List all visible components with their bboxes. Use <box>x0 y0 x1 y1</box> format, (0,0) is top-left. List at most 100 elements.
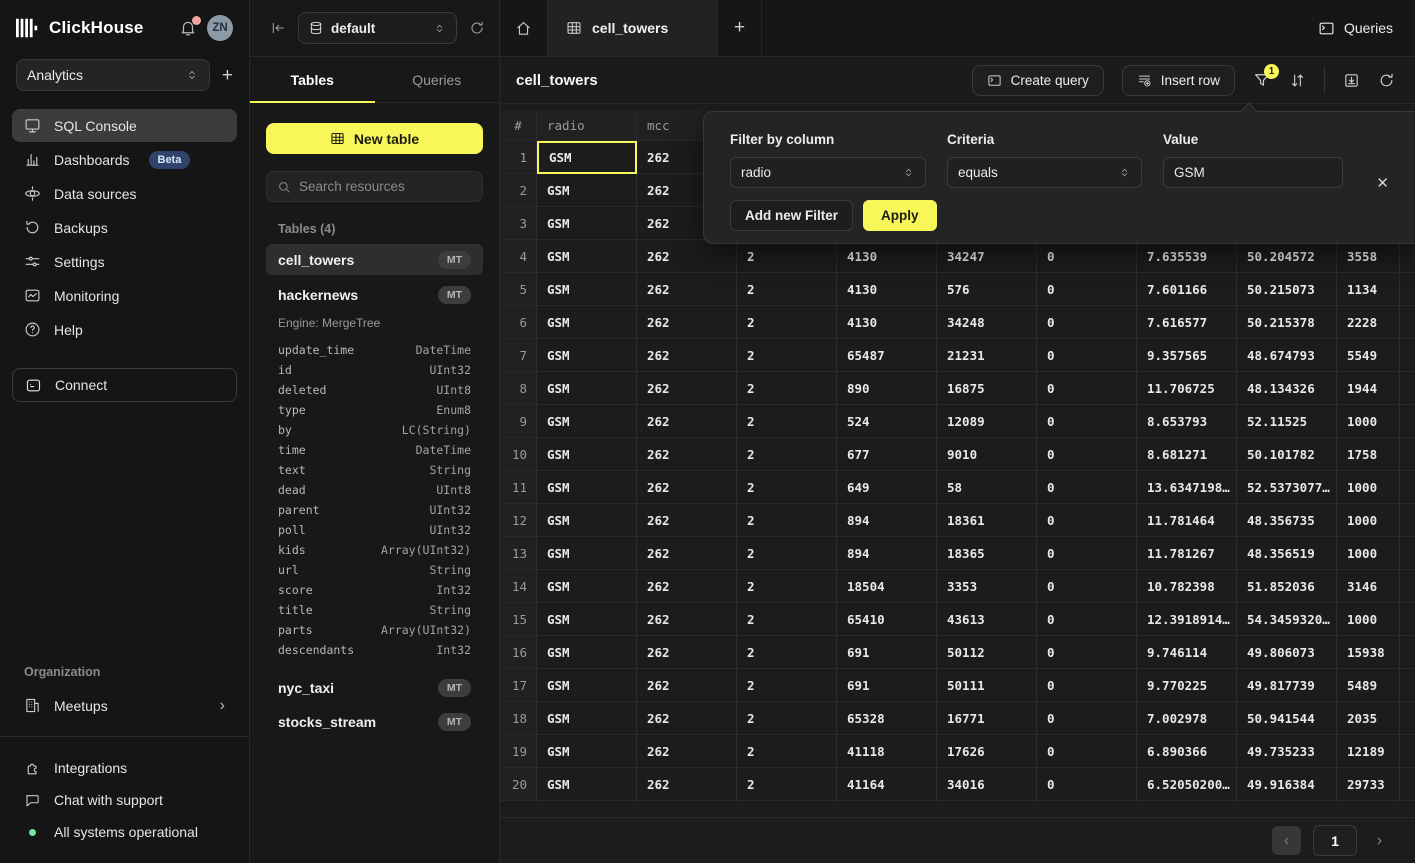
data-cell[interactable]: 262 <box>637 636 737 669</box>
data-cell[interactable]: 65410 <box>837 603 937 636</box>
data-cell[interactable]: GSM <box>537 174 637 207</box>
data-cell[interactable]: 2 <box>737 537 837 570</box>
data-cell[interactable]: GSM <box>537 735 637 768</box>
queries-button[interactable]: Queries <box>1318 20 1393 37</box>
sort-icon[interactable] <box>1289 72 1306 89</box>
sidebar-item-sql-console[interactable]: SQL Console <box>12 109 237 142</box>
data-cell[interactable] <box>1400 339 1415 372</box>
data-cell[interactable]: 21231 <box>937 339 1037 372</box>
data-cell[interactable]: GSM <box>537 405 637 438</box>
filter-column-select[interactable]: radio <box>730 157 926 188</box>
data-cell[interactable]: GSM <box>537 702 637 735</box>
data-cell[interactable]: 2 <box>737 669 837 702</box>
data-cell[interactable]: 2 <box>737 636 837 669</box>
sidebar-item-system-status[interactable]: All systems operational <box>12 817 237 847</box>
data-cell[interactable]: 1000 <box>1337 405 1400 438</box>
data-cell[interactable]: 2 <box>737 603 837 636</box>
data-cell[interactable] <box>1400 471 1415 504</box>
data-cell[interactable]: 11.706725 <box>1137 372 1237 405</box>
data-cell[interactable]: 262 <box>637 735 737 768</box>
table-list-item-nyc-taxi[interactable]: nyc_taxi MT <box>266 672 483 703</box>
data-cell[interactable]: 5549 <box>1337 339 1400 372</box>
data-cell[interactable]: 691 <box>837 636 937 669</box>
data-cell[interactable]: 65328 <box>837 702 937 735</box>
data-cell[interactable] <box>1400 702 1415 735</box>
search-input[interactable] <box>299 179 472 194</box>
data-cell[interactable]: 2 <box>737 405 837 438</box>
data-cell[interactable]: 2 <box>737 339 837 372</box>
data-cell[interactable]: 43613 <box>937 603 1037 636</box>
data-cell[interactable]: 34248 <box>937 306 1037 339</box>
data-cell[interactable]: 48.356519 <box>1237 537 1337 570</box>
data-cell[interactable]: 0 <box>1037 339 1137 372</box>
data-cell[interactable]: 41164 <box>837 768 937 801</box>
data-cell[interactable]: 15938 <box>1337 636 1400 669</box>
tab-cell-towers[interactable]: cell_towers <box>548 0 718 56</box>
data-cell[interactable]: 49.817739 <box>1237 669 1337 702</box>
data-cell[interactable] <box>1400 240 1415 273</box>
sidebar-item-monitoring[interactable]: Monitoring <box>12 279 237 312</box>
data-cell[interactable]: 262 <box>637 504 737 537</box>
database-select[interactable]: default <box>298 12 457 44</box>
tab-tables[interactable]: Tables <box>250 57 375 102</box>
data-cell[interactable]: 52.5373077… <box>1237 471 1337 504</box>
table-list-item-cell-towers[interactable]: cell_towers MT <box>266 244 483 275</box>
data-cell[interactable]: GSM <box>537 669 637 702</box>
data-cell[interactable]: 262 <box>637 603 737 636</box>
data-cell[interactable] <box>1400 306 1415 339</box>
pagination-prev-button[interactable] <box>1272 826 1301 855</box>
sidebar-item-dashboards[interactable]: Dashboards Beta <box>12 143 237 176</box>
data-cell[interactable]: 2 <box>737 735 837 768</box>
data-cell[interactable]: 2 <box>737 306 837 339</box>
sidebar-item-data-sources[interactable]: Data sources <box>12 177 237 210</box>
data-cell[interactable]: 0 <box>1037 306 1137 339</box>
data-cell[interactable]: 54.3459320… <box>1237 603 1337 636</box>
data-cell[interactable]: 7.616577 <box>1137 306 1237 339</box>
pagination-page-button[interactable]: 1 <box>1313 825 1357 856</box>
data-cell[interactable]: 52.11525 <box>1237 405 1337 438</box>
data-cell[interactable]: 890 <box>837 372 937 405</box>
data-cell[interactable]: GSM <box>537 273 637 306</box>
filter-icon[interactable]: 1 <box>1253 71 1271 89</box>
data-cell[interactable]: 0 <box>1037 405 1137 438</box>
data-cell[interactable]: GSM <box>537 240 637 273</box>
data-cell[interactable]: GSM <box>537 207 637 240</box>
data-cell[interactable]: 262 <box>637 768 737 801</box>
table-list-item-hackernews[interactable]: hackernews MT <box>266 279 483 310</box>
data-cell[interactable]: 0 <box>1037 471 1137 504</box>
data-cell[interactable]: 51.852036 <box>1237 570 1337 603</box>
data-cell[interactable]: 894 <box>837 504 937 537</box>
data-cell[interactable] <box>1400 405 1415 438</box>
filter-value-input[interactable] <box>1174 165 1332 180</box>
sidebar-item-backups[interactable]: Backups <box>12 211 237 244</box>
data-cell[interactable]: 262 <box>637 471 737 504</box>
sidebar-item-help[interactable]: Help <box>12 313 237 346</box>
data-cell[interactable]: 0 <box>1037 570 1137 603</box>
data-cell[interactable]: 50111 <box>937 669 1037 702</box>
insert-row-button[interactable]: Insert row <box>1122 65 1235 96</box>
data-cell[interactable]: 1944 <box>1337 372 1400 405</box>
data-cell[interactable]: 34016 <box>937 768 1037 801</box>
new-tab-button[interactable]: + <box>718 0 762 56</box>
data-cell[interactable]: 9010 <box>937 438 1037 471</box>
sidebar-item-meetups[interactable]: Meetups › <box>12 689 237 722</box>
data-cell[interactable]: 2 <box>737 273 837 306</box>
data-cell[interactable]: 0 <box>1037 537 1137 570</box>
data-cell[interactable]: 2 <box>737 504 837 537</box>
data-cell[interactable]: 9.770225 <box>1137 669 1237 702</box>
data-cell[interactable]: 17626 <box>937 735 1037 768</box>
data-cell[interactable]: 0 <box>1037 603 1137 636</box>
data-cell[interactable]: 7.635539 <box>1137 240 1237 273</box>
avatar[interactable]: ZN <box>207 15 233 41</box>
data-cell[interactable]: GSM <box>537 537 637 570</box>
data-cell[interactable]: 0 <box>1037 735 1137 768</box>
data-cell[interactable]: 50.215378 <box>1237 306 1337 339</box>
data-cell[interactable]: 894 <box>837 537 937 570</box>
data-cell[interactable] <box>1400 768 1415 801</box>
data-cell[interactable] <box>1400 603 1415 636</box>
data-cell[interactable]: 2 <box>737 570 837 603</box>
data-cell[interactable]: GSM <box>537 504 637 537</box>
data-cell[interactable]: 677 <box>837 438 937 471</box>
data-cell[interactable]: 4130 <box>837 240 937 273</box>
data-cell[interactable]: 3353 <box>937 570 1037 603</box>
